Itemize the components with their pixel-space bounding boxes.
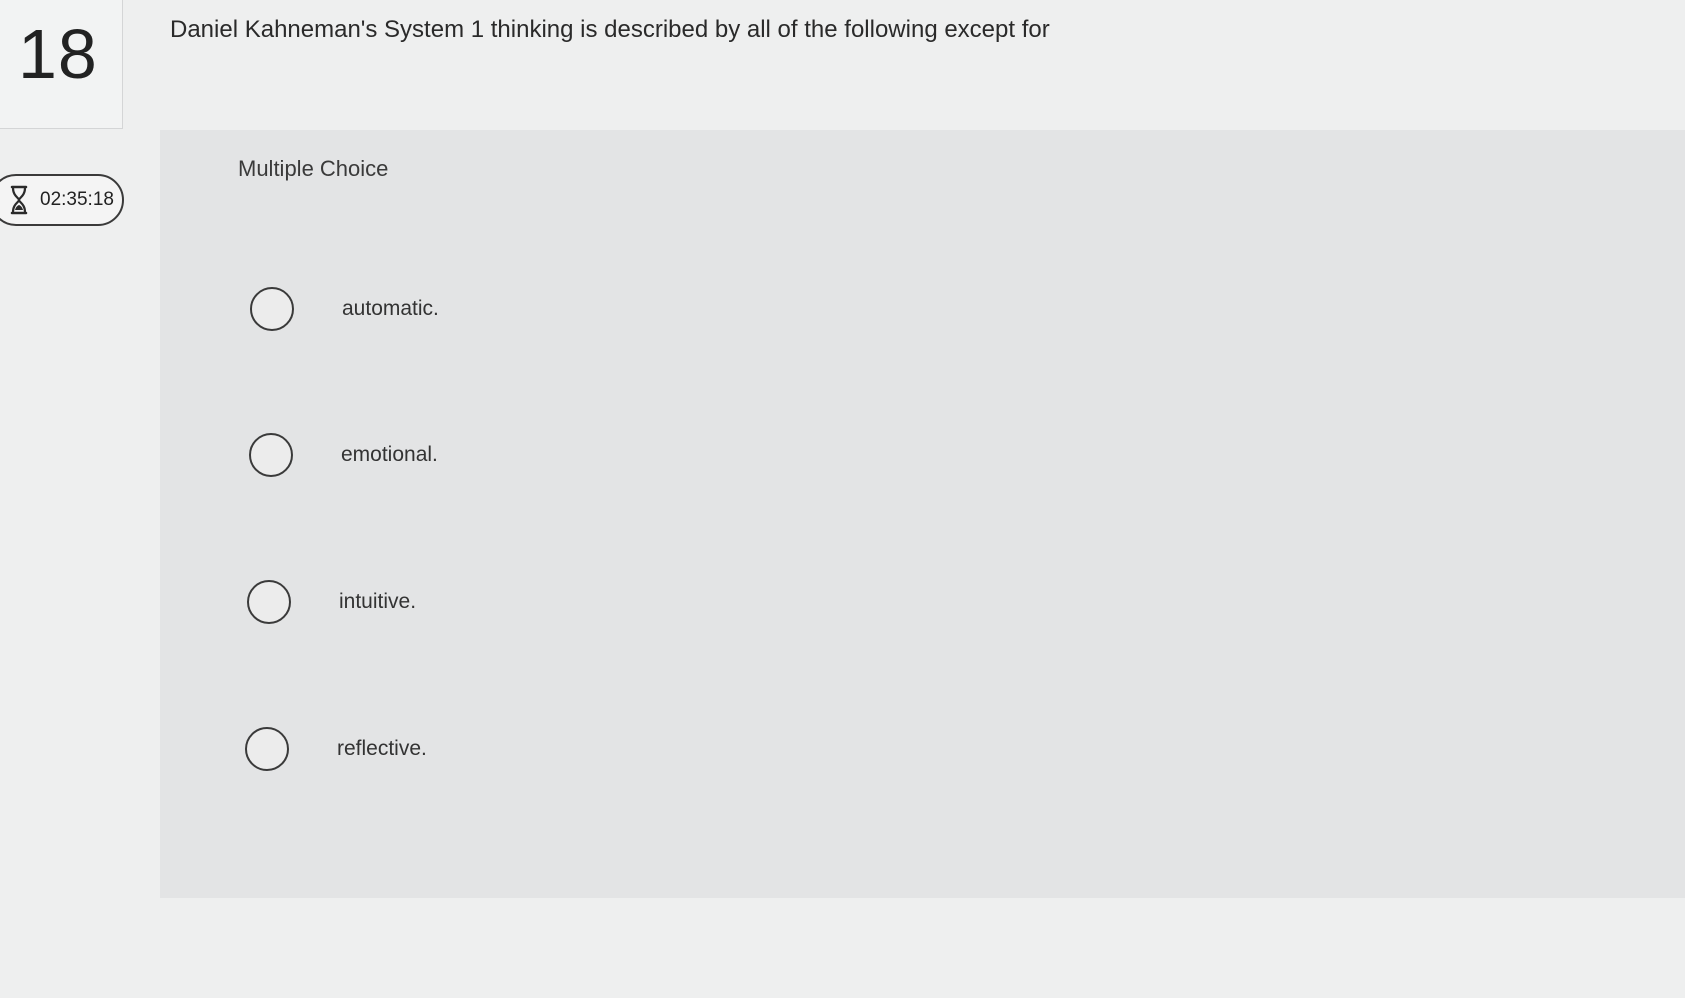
option-label: reflective. [337,737,427,760]
hourglass-icon [8,184,30,216]
option-label: automatic. [342,297,439,320]
timer-text: 02:35:18 [40,189,114,210]
option-label: intuitive. [339,590,417,613]
question-number-box: 18 [0,0,123,129]
question-number: 18 [18,15,98,93]
radio-button[interactable] [250,287,294,331]
radio-button[interactable] [245,727,289,771]
question-type-label: Multiple Choice [238,156,389,181]
question-text: Daniel Kahneman's System 1 thinking is d… [170,16,1050,43]
radio-button[interactable] [249,433,293,477]
quiz-page: 18 02:35:18 Daniel Kahneman's System 1 t… [0,0,1685,998]
option-automatic[interactable]: automatic. [250,287,439,331]
option-reflective[interactable]: reflective. [245,727,427,771]
option-emotional[interactable]: emotional. [249,433,438,477]
answer-panel [160,130,1685,898]
option-label: emotional. [341,443,438,466]
radio-button[interactable] [247,580,291,624]
timer-badge[interactable]: 02:35:18 [0,174,124,226]
option-intuitive[interactable]: intuitive. [247,580,416,624]
